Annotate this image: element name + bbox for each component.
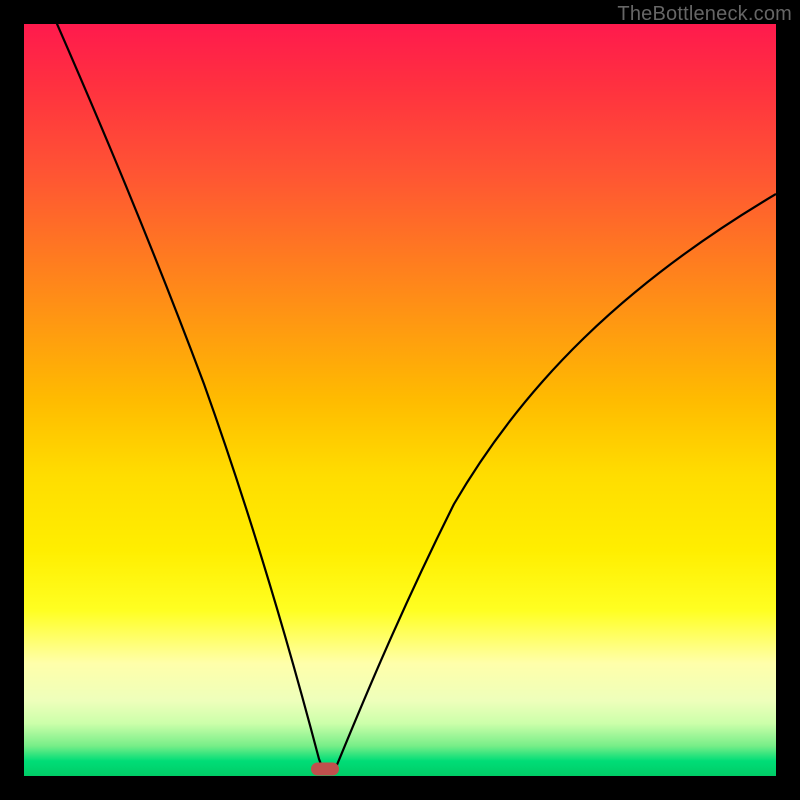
chart-container: TheBottleneck.com (0, 0, 800, 800)
plot-area (24, 24, 776, 776)
optimum-marker (311, 763, 339, 776)
watermark-text: TheBottleneck.com (617, 3, 792, 26)
bottleneck-curve (24, 24, 776, 776)
